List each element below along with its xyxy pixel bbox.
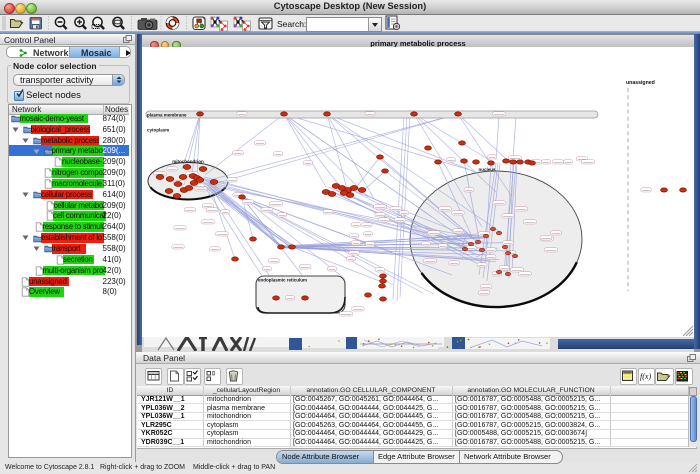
svg-text:endoplasmic reticulum: endoplasmic reticulum xyxy=(258,278,307,283)
svg-text:plasma membrane: plasma membrane xyxy=(147,112,187,117)
svg-text:mitochondrion: mitochondrion xyxy=(172,159,204,164)
svg-text:unassigned: unassigned xyxy=(626,80,655,86)
svg-text:nucleus: nucleus xyxy=(478,167,496,172)
svg-text:f(x): f(x) xyxy=(640,372,651,381)
svg-text:cytoplasm: cytoplasm xyxy=(147,127,169,132)
